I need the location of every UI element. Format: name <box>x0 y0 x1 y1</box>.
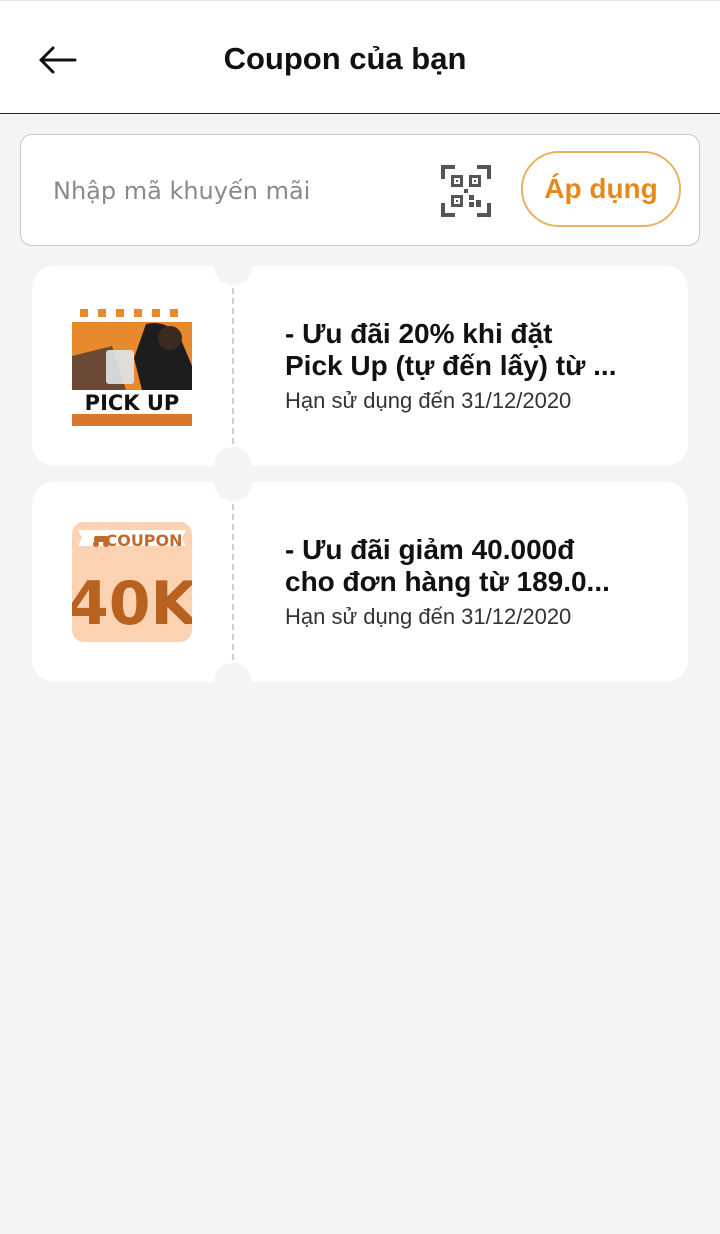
coupon-title: - Ưu đãi 20% khi đặt Pick Up (tự đến lấy… <box>285 318 617 381</box>
coupon-title: - Ưu đãi giảm 40.000đ cho đơn hàng từ 18… <box>285 534 610 597</box>
ticket-notch <box>214 247 252 285</box>
page-title: Coupon của bạn <box>223 41 467 76</box>
coupon-card[interactable]: PICK UP - Ưu đãi 20% khi đặt Pick Up (tự… <box>32 247 688 485</box>
coupon-expiry: Hạn sử dụng đến 31/12/2020 <box>285 388 572 413</box>
apply-button[interactable]: Áp dụng <box>521 151 681 227</box>
dashed-divider <box>232 288 234 444</box>
svg-text:PICK UP: PICK UP <box>85 391 180 415</box>
app-header: Coupon của bạn <box>0 0 720 114</box>
qr-code-icon <box>441 165 491 217</box>
promo-code-bar: Áp dụng <box>20 134 700 246</box>
svg-text:40K: 40K <box>72 569 192 639</box>
ticket-notch <box>214 663 252 701</box>
qr-scan-button[interactable] <box>441 165 491 217</box>
coupon-card[interactable]: COUPON 40K - Ưu đãi giảm 40.000đ cho đơn… <box>32 463 688 701</box>
promo-code-input[interactable] <box>39 163 429 219</box>
svg-text:COUPON: COUPON <box>105 531 182 550</box>
coupon-expiry: Hạn sử dụng đến 31/12/2020 <box>285 604 572 629</box>
coupon-thumbnail-pickup: PICK UP <box>72 306 192 426</box>
ticket-notch <box>214 463 252 501</box>
dashed-divider <box>232 504 234 660</box>
coupon-thumbnail-40k: COUPON 40K <box>67 522 199 642</box>
